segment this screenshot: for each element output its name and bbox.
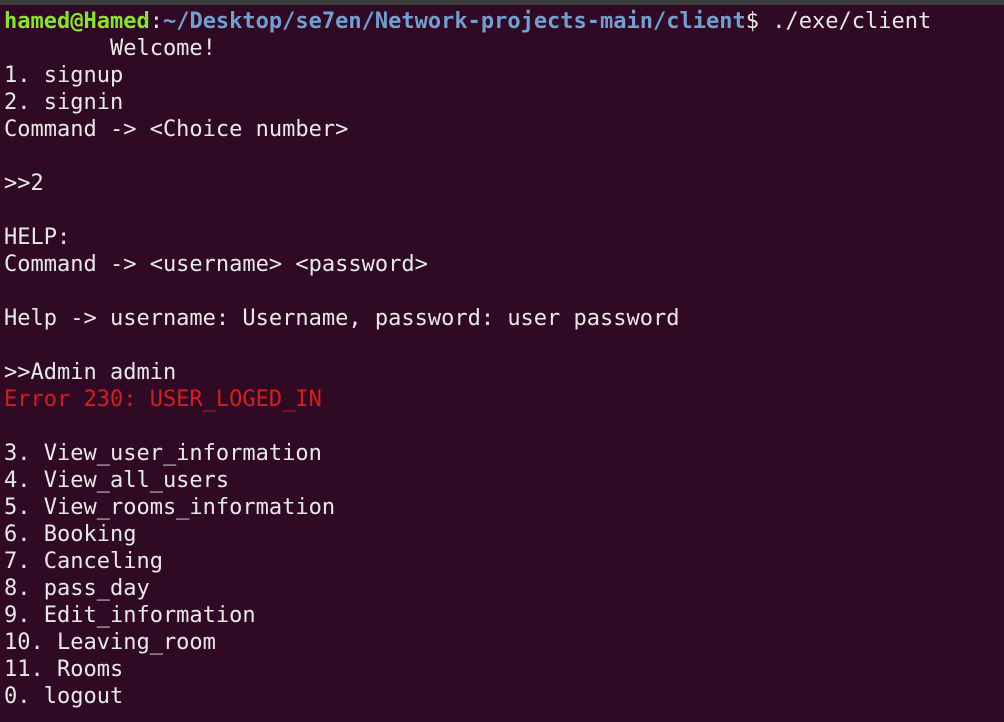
error-message: Error 230: USER_LOGED_IN <box>4 387 322 412</box>
command-hint-line: Command -> <Choice number> <box>4 117 349 142</box>
prompt-separator: : <box>149 9 163 34</box>
menu-item-booking: 6. Booking <box>4 522 137 547</box>
user-input-line: >>2 <box>4 171 44 196</box>
menu-item-view-rooms-information: 5. View_rooms_information <box>4 495 336 520</box>
terminal-output[interactable]: hamed@Hamed:~/Desktop/se7en/Network-proj… <box>4 8 1000 720</box>
welcome-line: Welcome! <box>4 36 216 61</box>
menu-option-signup: 1. signup <box>4 63 124 88</box>
menu-item-view-all-users: 4. View_all_users <box>4 468 230 493</box>
menu-item-leaving-room: 10. Leaving_room <box>4 630 216 655</box>
help-command-line: Command -> <username> <password> <box>4 252 428 277</box>
menu-item-canceling: 7. Canceling <box>4 549 163 574</box>
menu-item-logout: 0. logout <box>4 684 124 709</box>
menu-item-edit-information: 9. Edit_information <box>4 603 256 628</box>
prompt-path: ~/Desktop/se7en/Network-projects-main/cl… <box>162 9 746 34</box>
prompt-command: ./exe/client <box>759 9 932 34</box>
help-description-line: Help -> username: Username, password: us… <box>4 306 680 331</box>
prompt-user-host: hamed@Hamed <box>4 9 150 34</box>
help-header: HELP: <box>4 225 71 250</box>
menu-item-rooms: 11. Rooms <box>4 657 124 682</box>
menu-option-signin: 2. signin <box>4 90 124 115</box>
menu-item-pass-day: 8. pass_day <box>4 576 150 601</box>
user-input-line: >>Admin admin <box>4 360 177 385</box>
window-top-border <box>0 0 1004 5</box>
menu-item-view-user-information: 3. View_user_information <box>4 441 322 466</box>
prompt-line: hamed@Hamed:~/Desktop/se7en/Network-proj… <box>4 8 1000 35</box>
prompt-symbol: $ <box>745 9 759 34</box>
